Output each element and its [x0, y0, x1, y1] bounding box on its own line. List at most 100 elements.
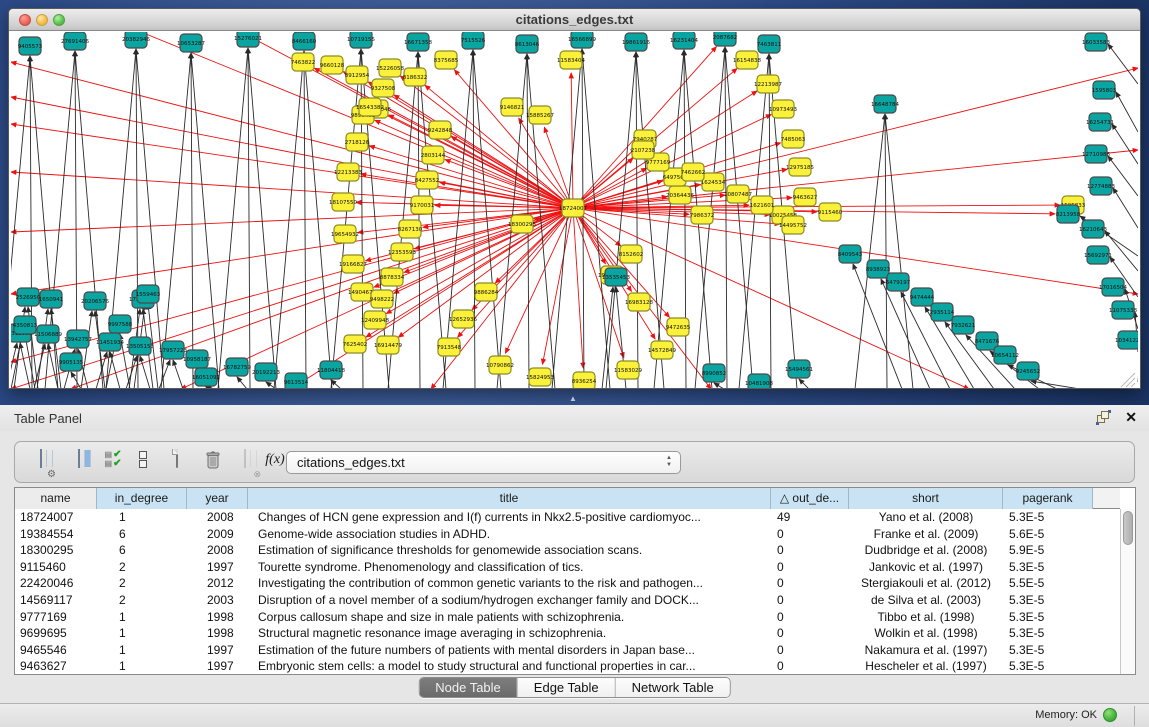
- network-node[interactable]: 9405573: [18, 37, 43, 55]
- network-node[interactable]: 9613514: [284, 373, 309, 389]
- column-header-pagerank[interactable]: pagerank: [1003, 488, 1093, 509]
- network-node[interactable]: 16983128: [625, 293, 653, 311]
- network-node[interactable]: 9660128: [320, 56, 345, 74]
- network-node[interactable]: 13505153: [126, 337, 154, 355]
- network-node[interactable]: 4350813: [13, 316, 38, 334]
- network-node[interactable]: 8912954: [345, 66, 370, 84]
- column-header-title[interactable]: title: [248, 488, 771, 509]
- network-node[interactable]: 11506889: [34, 325, 62, 343]
- table-settings-button[interactable]: ⚙: [27, 450, 55, 476]
- network-node[interactable]: 7986372: [690, 206, 715, 224]
- network-node[interactable]: 8267130: [398, 220, 423, 238]
- network-node[interactable]: 2107238: [631, 141, 656, 159]
- network-node[interactable]: 15692971: [1084, 246, 1112, 264]
- network-node[interactable]: 7515526: [461, 32, 486, 49]
- network-node[interactable]: 10654112: [991, 346, 1019, 364]
- table-row[interactable]: 946554611997Estimation of the future num…: [15, 642, 1120, 659]
- network-node[interactable]: 6479197: [886, 273, 911, 291]
- tab-edge-table[interactable]: Edge Table: [518, 678, 616, 697]
- network-node[interactable]: 20192213: [252, 363, 280, 381]
- network-node[interactable]: 8613046: [515, 35, 540, 53]
- network-node[interactable]: 20364436: [666, 186, 694, 204]
- network-node[interactable]: 9498222: [370, 290, 395, 308]
- network-node[interactable]: 1650941: [39, 290, 64, 308]
- network-node[interactable]: 10481908: [745, 374, 773, 389]
- network-node[interactable]: 11804418: [317, 361, 345, 379]
- network-node[interactable]: 10973493: [769, 100, 797, 118]
- network-node[interactable]: 17016504: [1099, 278, 1127, 296]
- network-node[interactable]: 16782759: [223, 358, 251, 376]
- network-node[interactable]: 12353593: [388, 243, 416, 261]
- network-node[interactable]: 9242848: [428, 121, 453, 139]
- network-node[interactable]: 19861916: [622, 33, 650, 51]
- network-node[interactable]: 14495752: [779, 216, 807, 234]
- network-node[interactable]: 8427552: [415, 171, 440, 189]
- network-node[interactable]: 15226058: [376, 59, 404, 77]
- network-window-titlebar[interactable]: citations_edges.txt: [9, 9, 1140, 31]
- network-node[interactable]: 15885267: [526, 106, 554, 124]
- network-node[interactable]: 12774883: [1087, 177, 1115, 195]
- network-node[interactable]: 9463627: [793, 188, 818, 206]
- network-node[interactable]: 9472635: [666, 318, 691, 336]
- network-node[interactable]: 9115460: [818, 203, 843, 221]
- network-node[interactable]: 11451934: [96, 333, 124, 351]
- network-node[interactable]: 18724007: [559, 199, 587, 217]
- network-node[interactable]: 2718126: [345, 133, 370, 151]
- network-node[interactable]: 2526950: [16, 288, 41, 306]
- network-node[interactable]: 10341226: [1115, 331, 1138, 349]
- network-node[interactable]: 27691406: [61, 32, 89, 50]
- network-node[interactable]: 7485063: [781, 130, 806, 148]
- network-node[interactable]: 9886284: [474, 283, 499, 301]
- memory-status-indicator[interactable]: [1103, 708, 1117, 722]
- table-row[interactable]: 1938455462009Genome-wide association stu…: [15, 526, 1120, 543]
- tab-network-table[interactable]: Network Table: [616, 678, 730, 697]
- network-node[interactable]: 9170031: [410, 196, 435, 214]
- network-node[interactable]: 18300295: [508, 215, 536, 233]
- network-node[interactable]: 16648784: [871, 95, 899, 113]
- network-node[interactable]: 16566899: [568, 32, 596, 48]
- network-node[interactable]: 18107550: [329, 193, 357, 211]
- network-node[interactable]: 16231404: [670, 32, 698, 49]
- close-panel-icon[interactable]: ✕: [1125, 409, 1137, 425]
- table-row[interactable]: 2242004622012Investigating the contribut…: [15, 575, 1120, 592]
- table-row[interactable]: 911546021997Tourette syndrome. Phenomeno…: [15, 559, 1120, 576]
- table-row[interactable]: 946362711997Embryonic stem cells: a mode…: [15, 658, 1120, 674]
- network-node[interactable]: 8152602: [619, 245, 644, 263]
- function-builder-button[interactable]: f(x): [261, 450, 289, 476]
- table-row[interactable]: 969969511998Structural magnetic resonanc…: [15, 625, 1120, 642]
- network-node[interactable]: 20206576: [81, 292, 109, 310]
- network-node[interactable]: 16051092: [192, 368, 220, 386]
- network-node[interactable]: 8409543: [838, 245, 863, 263]
- column-header-in_degree[interactable]: in_degree: [97, 488, 187, 509]
- network-node[interactable]: 9327508: [371, 79, 396, 97]
- table-row[interactable]: 977716911998Corpus callosum shape and si…: [15, 609, 1120, 626]
- network-node[interactable]: 11075338: [1109, 301, 1137, 319]
- network-node[interactable]: 9245652: [1016, 362, 1041, 380]
- network-node[interactable]: 9474444: [910, 288, 935, 306]
- network-node[interactable]: 10790862: [486, 356, 514, 374]
- network-node[interactable]: 12652936: [449, 310, 477, 328]
- vertical-scrollbar[interactable]: [1120, 509, 1135, 674]
- network-node[interactable]: 8186322: [403, 68, 428, 86]
- network-node[interactable]: 19166827: [339, 255, 367, 273]
- network-node[interactable]: 1621601: [750, 196, 775, 214]
- network-node[interactable]: 12213383: [334, 163, 362, 181]
- network-node[interactable]: 13942757: [64, 330, 92, 348]
- column-header-name[interactable]: name: [15, 488, 97, 509]
- network-window[interactable]: citations_edges.txt 18724007224200462718…: [8, 8, 1141, 389]
- network-graph[interactable]: 1872400722420046271812612213383181075501…: [11, 32, 1138, 389]
- table-row[interactable]: 1872400712008Changes of HCN gene express…: [15, 509, 1120, 526]
- network-node[interactable]: 12710986: [1082, 145, 1110, 163]
- network-node[interactable]: 12975185: [786, 158, 814, 176]
- network-node[interactable]: 7462662: [681, 163, 706, 181]
- network-node[interactable]: 7625402: [343, 335, 368, 353]
- table-row[interactable]: 1830029562008Estimation of significance …: [15, 542, 1120, 559]
- network-node[interactable]: 7913548: [437, 338, 462, 356]
- clear-selection-button[interactable]: [129, 450, 157, 476]
- network-node[interactable]: 12213987: [754, 75, 782, 93]
- network-node[interactable]: 7463811: [757, 35, 782, 53]
- network-node[interactable]: 14572849: [648, 341, 676, 359]
- network-node[interactable]: 8990852: [702, 364, 727, 382]
- network-node[interactable]: 10807487: [724, 185, 752, 203]
- network-node[interactable]: 8213958: [1056, 205, 1081, 223]
